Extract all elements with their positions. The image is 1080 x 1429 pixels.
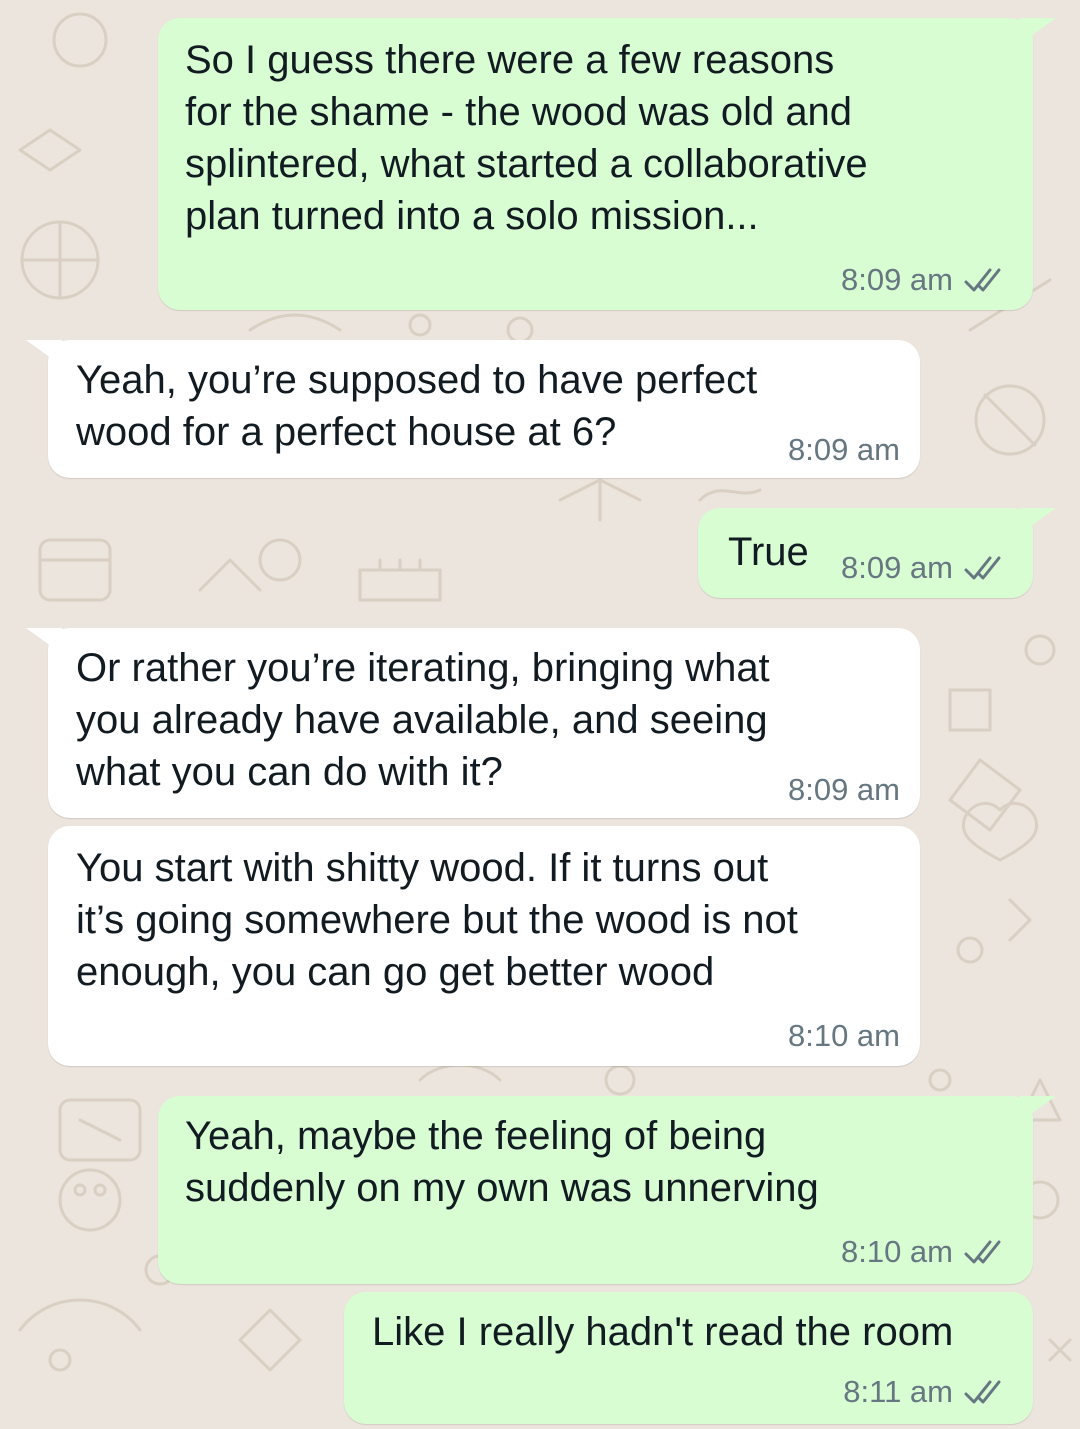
message-text: Or rather you’re iterating, bringing wha… — [76, 642, 770, 798]
message-line: Yeah, maybe the feeling of being — [185, 1114, 767, 1158]
message-bubble-outgoing[interactable]: So I guess there were a few reasons for … — [158, 18, 1033, 310]
message-time: 8:09 am — [840, 550, 953, 585]
message-time: 8:09 am — [787, 432, 900, 467]
message-line: suddenly on my own was unnerving — [185, 1166, 819, 1210]
bubble-tail — [26, 340, 62, 366]
message-line: enough, you can go get better wood — [76, 950, 715, 994]
message-time: 8:09 am — [787, 772, 900, 807]
message-line: for the shame - the wood was old and — [185, 90, 853, 134]
bubble-tail — [1020, 18, 1056, 44]
message-meta: 8:09 am — [841, 550, 1007, 586]
message-line: wood for a perfect house at 6? — [76, 410, 617, 454]
message-line: Like I really hadn't read the room — [372, 1310, 954, 1354]
message-text: Yeah, you’re supposed to have perfect wo… — [76, 354, 757, 458]
message-time: 8:09 am — [840, 262, 953, 297]
double-check-icon — [964, 268, 1001, 292]
message-bubble-incoming[interactable]: Yeah, you’re supposed to have perfect wo… — [48, 340, 920, 478]
message-time: 8:10 am — [840, 1234, 953, 1269]
message-line: plan turned into a solo mission... — [185, 194, 759, 238]
message-line: what you can do with it? — [76, 750, 503, 794]
message-line: Or rather you’re iterating, bringing wha… — [76, 646, 770, 690]
message-bubble-incoming[interactable]: You start with shitty wood. If it turns … — [48, 826, 920, 1066]
message-text: So I guess there were a few reasons for … — [185, 34, 868, 242]
message-line: Yeah, you’re supposed to have perfect — [76, 358, 758, 402]
bubble-tail — [26, 628, 62, 654]
double-check-icon — [964, 556, 1001, 580]
message-text: You start with shitty wood. If it turns … — [76, 842, 798, 998]
bubble-tail — [1020, 508, 1056, 534]
message-bubble-outgoing[interactable]: True 8:09 am — [698, 508, 1033, 598]
message-meta: 8:09 am — [841, 262, 1007, 298]
message-line: You start with shitty wood. If it turns … — [76, 846, 769, 890]
message-line: So I guess there were a few reasons — [185, 38, 835, 82]
message-time: 8:11 am — [843, 1374, 953, 1409]
message-text: Like I really hadn't read the room — [372, 1306, 953, 1358]
bubble-tail — [1020, 1096, 1056, 1122]
message-line: splintered, what started a collaborative — [185, 142, 868, 186]
message-bubble-outgoing[interactable]: Like I really hadn't read the room 8:11 … — [344, 1292, 1033, 1424]
message-bubble-incoming[interactable]: Or rather you’re iterating, bringing wha… — [48, 628, 920, 818]
message-meta: 8:10 am — [788, 1018, 900, 1054]
message-meta: 8:09 am — [788, 772, 900, 808]
message-text: True — [728, 526, 809, 578]
message-meta: 8:10 am — [841, 1234, 1007, 1270]
message-text: Yeah, maybe the feeling of being suddenl… — [185, 1110, 819, 1214]
message-time: 8:10 am — [787, 1018, 900, 1053]
message-line: you already have available, and seeing — [76, 698, 768, 742]
message-meta: 8:09 am — [788, 432, 900, 468]
double-check-icon — [964, 1380, 1001, 1404]
message-bubble-outgoing[interactable]: Yeah, maybe the feeling of being suddenl… — [158, 1096, 1033, 1284]
message-line: True — [728, 530, 809, 574]
double-check-icon — [964, 1240, 1001, 1264]
message-line: it’s going somewhere but the wood is not — [76, 898, 798, 942]
message-meta: 8:11 am — [843, 1374, 1007, 1410]
